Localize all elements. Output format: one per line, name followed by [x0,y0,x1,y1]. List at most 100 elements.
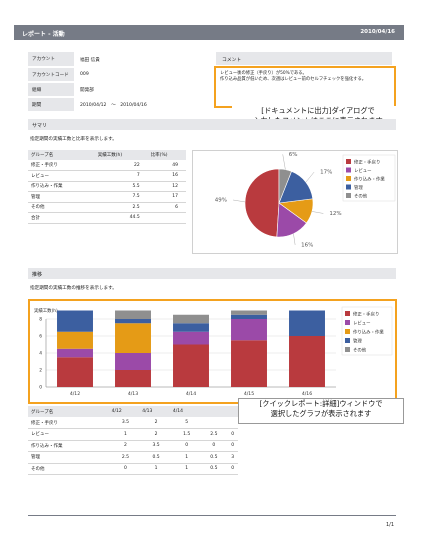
trend-col-d2: 4/13 [139,406,170,417]
bar-legend-label: 修正・手戻り [353,311,379,318]
table-row: 修正・手戻り 3.5 2 5 [28,417,238,429]
pie-legend-label: 作り込み・作業 [354,176,385,183]
info-key: アカウント [28,52,74,68]
info-row: アカウント 福田 信貴 [28,52,196,68]
x-tick-label: 4/16 [302,391,312,397]
info-row: 期間 2010/04/12 ～ 2010/04/16 [28,97,196,113]
bar-legend-swatch [345,347,350,352]
cell: 0 [169,440,201,452]
bar-legend-label: その他 [353,347,367,354]
y-axis-label: 実績工数(h) [34,307,58,314]
info-value: 2010/04/12 ～ 2010/04/16 [80,102,147,108]
y-tick-label: 6 [39,334,42,340]
bar-segment [57,331,93,349]
bar-segment [115,323,151,353]
table-row-total: 合計 44.5 [28,212,186,224]
bar-segment [231,314,267,319]
cell: 作り込み・作業 [28,181,95,192]
pie-legend-label: その他 [354,193,368,200]
cell: 7.5 [94,191,148,203]
bar-legend-swatch [345,329,350,334]
cell: 2.5 [108,451,140,464]
cell: 49 [147,160,186,171]
bar-segment [57,310,93,332]
info-key: 期間 [28,97,74,113]
cell: 2 [108,440,140,452]
cell: 5.5 [94,181,148,192]
cell: 5 [169,417,201,429]
cell: 44.5 [94,212,148,224]
cell [224,417,238,429]
pie-leader-line [305,171,315,183]
info-key: 組織 [28,82,74,98]
bar-segment [289,310,325,336]
table-row: 作り込み・作業 2 3.5 0 0 0 [28,440,238,452]
pie-leader-line [282,154,286,170]
cell: 0 [224,428,238,441]
cell: 6 [147,202,186,213]
info-value: 009 [80,72,89,77]
bar-segment [231,340,267,387]
bar-segment [57,357,93,387]
bar-segment [115,370,151,387]
cell: 3.5 [139,440,170,452]
cell: 合計 [28,212,95,224]
trend-col-d4 [200,406,225,417]
trend-section-title: 推移 [28,268,396,279]
bar-legend-label: 作り込み・作業 [353,329,384,336]
graph-callout: [クイックレポート:詳細]ウィンドウで 選択したグラフが表示されます [238,398,404,424]
x-tick-label: 4/13 [128,391,138,397]
info-key: アカウントコード [28,67,74,83]
cell: 2 [139,417,170,429]
cell: 修正・手戻り [28,417,109,429]
x-tick-label: 4/14 [186,391,196,397]
cell: 1 [169,463,201,475]
y-tick-label: 0 [39,385,42,391]
cell [200,417,225,429]
table-row: レビュー 7 16 [28,170,186,182]
bar-segment [173,323,209,332]
report-date: 2010/04/16 [360,29,395,35]
cell: 修正・手戻り [28,160,95,171]
report-title: レポート - 活動 [22,31,65,38]
cell: 管理 [28,191,95,203]
table-row: その他 2.5 6 [28,202,186,213]
bar-legend-label: レビュー [353,320,371,327]
table-row: 作り込み・作業 5.5 12 [28,181,186,192]
pie-label: 49% [215,197,227,203]
table-row: その他 0 1 1 0.5 0 [28,463,238,475]
cell: 1 [169,451,201,464]
comment-header: コメント [216,52,392,65]
cell: 0 [224,463,238,475]
cell: 3.5 [108,417,140,429]
pie-label: 6% [289,152,298,158]
info-row: アカウントコード 009 [28,67,196,83]
bar-segment [289,336,325,387]
cell: 0.5 [200,451,225,464]
pie-legend-swatch [346,167,351,173]
y-tick-label: 8 [39,317,42,323]
bar-segment [173,331,209,345]
trend-col-d1: 4/12 [108,406,140,417]
comment-box: レビュー後の修正（手戻り）が50%である。 作り込み品質が低いため、次週はレビュ… [214,66,396,108]
bar-segment [115,319,151,324]
cell: 0 [108,463,140,475]
summary-section-title: サマリ [28,119,396,130]
footer-divider [28,515,396,516]
table-row: 修正・手戻り 22 49 [28,160,186,171]
cell: 0 [224,440,238,452]
cell: 12 [147,181,186,192]
pie-label: 16% [301,242,313,248]
cell [147,212,186,224]
cell: 1 [139,463,170,475]
y-tick-label: 2 [39,368,42,374]
bar-segment [173,344,209,387]
cell: 作り込み・作業 [28,440,109,452]
bar-segment [173,314,209,324]
trend-description: 指定期間の実績工数の推移を表示します。 [30,286,117,291]
pie-legend-swatch [346,193,351,198]
pie-legend-label: 修正・手戻り [354,159,380,166]
pie-slice [244,168,280,238]
cell: 0 [200,440,225,452]
cell: レビュー [28,170,95,182]
